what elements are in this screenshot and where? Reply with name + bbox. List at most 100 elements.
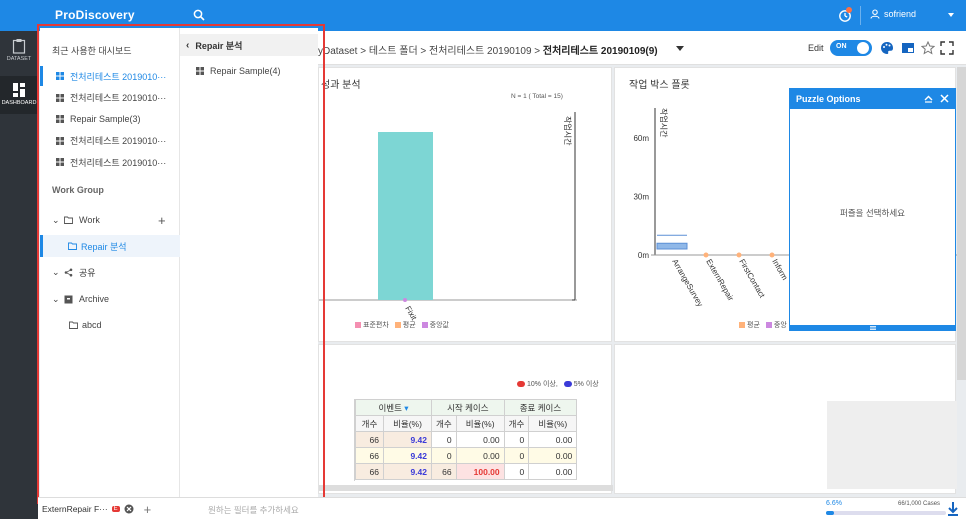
- work-group-share[interactable]: ⌄ 공유: [40, 261, 180, 283]
- work-group-archive[interactable]: ⌄ Archive: [40, 288, 180, 310]
- dashboard-icon: [56, 72, 64, 80]
- filter-chip-badge: E: [111, 506, 120, 512]
- recent-dashboard-label: 전처리테스트 2019010···: [70, 136, 167, 146]
- filter-chip-label: ExternRepair F···: [42, 504, 108, 514]
- chevron-down-icon[interactable]: ⌄: [52, 215, 62, 226]
- table-row[interactable]: 66 9.42 0 0.00 0 0.00: [355, 431, 578, 448]
- x-tick-label: ArrangeSurvey: [670, 258, 704, 309]
- notification-dot: [846, 7, 852, 13]
- dashboard-icon: [56, 93, 64, 102]
- chevron-down-icon[interactable]: ⌄: [52, 294, 62, 305]
- app-logo[interactable]: ProDiscovery: [55, 8, 135, 22]
- vertical-scrollbar[interactable]: [957, 67, 966, 380]
- chevron-down-icon[interactable]: ⌄: [52, 267, 62, 278]
- fullscreen-icon[interactable]: [940, 41, 954, 55]
- top-bar: [0, 0, 966, 31]
- table-legend: 10% 이상, 5% 이상: [517, 379, 599, 389]
- user-menu[interactable]: sofriend: [870, 9, 916, 19]
- table-row[interactable]: 66 9.42 66 100.00 0 0.00: [355, 463, 578, 480]
- horizontal-scrollbar[interactable]: [319, 485, 613, 491]
- dashboard-icon: [196, 67, 204, 75]
- breadcrumb[interactable]: yDataset > 테스트 폴더 > 전처리테스트 20190109 > 전처…: [318, 42, 658, 57]
- divider: [860, 6, 861, 25]
- star-icon[interactable]: [921, 41, 935, 55]
- y-tick-label: 0m: [638, 251, 649, 260]
- add-filter-icon[interactable]: +: [144, 502, 152, 517]
- archive-child-label: abcd: [82, 320, 102, 330]
- cases-label: 66/1,000 Cases: [898, 501, 941, 507]
- sub-title: Repair 분석: [195, 40, 243, 51]
- download-icon[interactable]: [946, 501, 960, 517]
- close-circle-icon[interactable]: [124, 504, 134, 514]
- filter-input[interactable]: 원하는 필터를 추가하세요: [208, 504, 299, 516]
- work-child-label: Repair 분석: [81, 241, 127, 252]
- recent-dashboard-label: Repair Sample(3): [70, 114, 141, 124]
- legend-5pct: 5% 이상: [563, 379, 599, 389]
- work-child-repair[interactable]: Repair 분석: [40, 235, 180, 257]
- recent-dashboard-item[interactable]: Repair Sample(3): [40, 109, 180, 129]
- sub-item[interactable]: Repair Sample(4): [180, 61, 318, 81]
- rail-dataset-label: DATASET: [6, 56, 32, 62]
- progress-label: 6.6%: [826, 500, 842, 507]
- y-axis-label: 작업시간: [659, 108, 669, 138]
- breadcrumb-path[interactable]: yDataset > 테스트 폴더 > 전처리테스트 20190109 >: [318, 46, 543, 57]
- edit-toggle[interactable]: ON: [830, 40, 872, 56]
- work-group-title: Work Group: [52, 185, 104, 195]
- close-icon[interactable]: [939, 93, 950, 104]
- legend-10pct: 10% 이상,: [517, 379, 558, 389]
- puzzle-title: Puzzle Options: [796, 94, 861, 104]
- toggle-knob: [857, 42, 869, 54]
- sub-header[interactable]: ‹ Repair 분석: [180, 34, 318, 56]
- table-cell: 0: [503, 447, 530, 464]
- table-cell: 66: [431, 463, 457, 480]
- recent-dashboard-item[interactable]: 전처리테스트 2019010···: [40, 152, 180, 172]
- table-cell: 9.42: [383, 431, 432, 448]
- performance-chart: Fixit 작업시간: [319, 112, 577, 322]
- bar-fixit: [378, 132, 433, 300]
- filter-chip[interactable]: ExternRepair F··· E +: [42, 501, 151, 517]
- median-marker: [403, 298, 407, 302]
- chevron-down-icon[interactable]: [948, 13, 954, 17]
- table-cell: 9.42: [383, 447, 432, 464]
- table-cell: 0.00: [528, 431, 578, 448]
- sub-header-cell: 개수: [355, 415, 384, 432]
- puzzle-footer[interactable]: [790, 325, 955, 331]
- search-icon[interactable]: [193, 9, 205, 21]
- recent-dashboard-label: 전처리테스트 2019010···: [70, 93, 167, 103]
- table-cell: 66: [355, 447, 384, 464]
- legend-median: 중앙: [765, 320, 787, 330]
- table-cell: 0: [431, 447, 457, 464]
- table-cell: 100.00: [455, 463, 505, 480]
- add-icon[interactable]: +: [158, 213, 166, 228]
- nav-main-column: 최근 사용한 대시보드 전처리테스트 2019010··· 전처리테스트 2019…: [40, 28, 180, 500]
- archive-child-abcd[interactable]: abcd: [40, 314, 180, 336]
- sub-header-cell: 비율(%): [455, 415, 505, 432]
- layout-icon[interactable]: [901, 41, 915, 55]
- box-arrangesurvey: [656, 242, 688, 250]
- recent-dashboard-item[interactable]: 전처리테스트 2019010···: [40, 131, 180, 151]
- x-tick-label: Inform: [770, 258, 789, 282]
- chevron-left-icon[interactable]: ‹: [186, 40, 189, 51]
- collapse-icon[interactable]: [923, 93, 934, 104]
- rail-dashboard[interactable]: DASHBOARD: [0, 76, 38, 114]
- recent-dashboard-item[interactable]: 전처리테스트 2019010···: [40, 66, 180, 86]
- performance-panel: 성과 분석 N = 1 ( Total = 15) Fixit 작업시간 표준편…: [318, 67, 612, 342]
- case-progress-bar: [826, 511, 946, 515]
- share-label: 공유: [79, 267, 96, 278]
- work-group-work[interactable]: ⌄ Work +: [40, 209, 180, 231]
- recent-dashboard-label: 전처리테스트 2019010···: [70, 157, 167, 168]
- recent-dashboard-item[interactable]: 전처리테스트 2019010···: [40, 88, 180, 108]
- group-header[interactable]: 이벤트 ▾: [355, 399, 432, 416]
- table-cell: 0.00: [528, 463, 578, 480]
- table-cell: 0.00: [528, 447, 578, 464]
- palette-icon[interactable]: [880, 41, 894, 55]
- table-row[interactable]: 66 9.42 0 0.00 0 0.00: [355, 447, 578, 464]
- sub-header-cell: 개수: [503, 415, 530, 432]
- mean-point: [703, 252, 709, 258]
- chevron-down-icon[interactable]: [676, 46, 684, 51]
- legend-std: 표준편차: [355, 320, 389, 330]
- placeholder-block: [827, 401, 957, 489]
- rail-dataset[interactable]: DATASET: [0, 38, 38, 62]
- drag-handle-icon[interactable]: [869, 325, 877, 331]
- table-cell: 0.00: [455, 447, 505, 464]
